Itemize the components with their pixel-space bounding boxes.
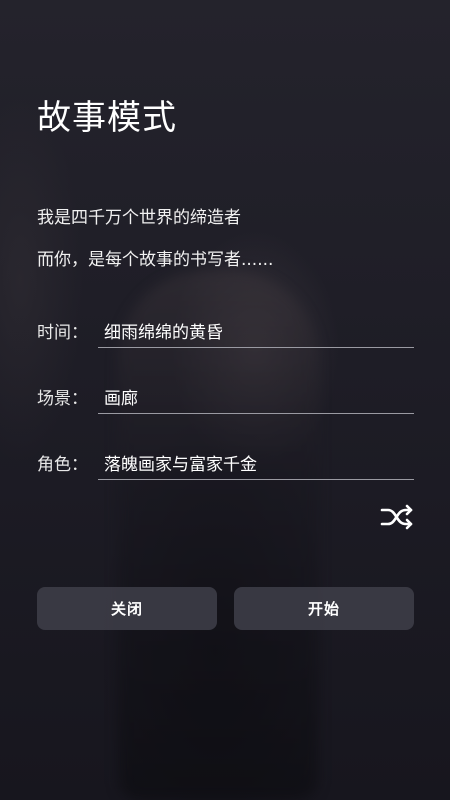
scene-field: 场景： (37, 384, 414, 416)
role-label: 角色： (37, 455, 88, 475)
time-label: 时间： (37, 323, 88, 343)
intro-line-2: 而你，是每个故事的书写者...... (37, 250, 274, 270)
scene-input[interactable] (98, 384, 414, 414)
page-title: 故事模式 (37, 98, 177, 138)
close-button[interactable]: 关闭 (37, 587, 217, 630)
time-field: 时间： (37, 318, 414, 350)
shuffle-icon[interactable] (380, 504, 414, 530)
scene-label: 场景： (37, 389, 88, 409)
start-button[interactable]: 开始 (234, 587, 414, 630)
intro-line-1: 我是四千万个世界的缔造者 (37, 208, 241, 228)
role-input[interactable] (98, 450, 414, 480)
time-input[interactable] (98, 318, 414, 348)
role-field: 角色： (37, 450, 414, 482)
shuffle-icon-graphic (380, 504, 413, 530)
